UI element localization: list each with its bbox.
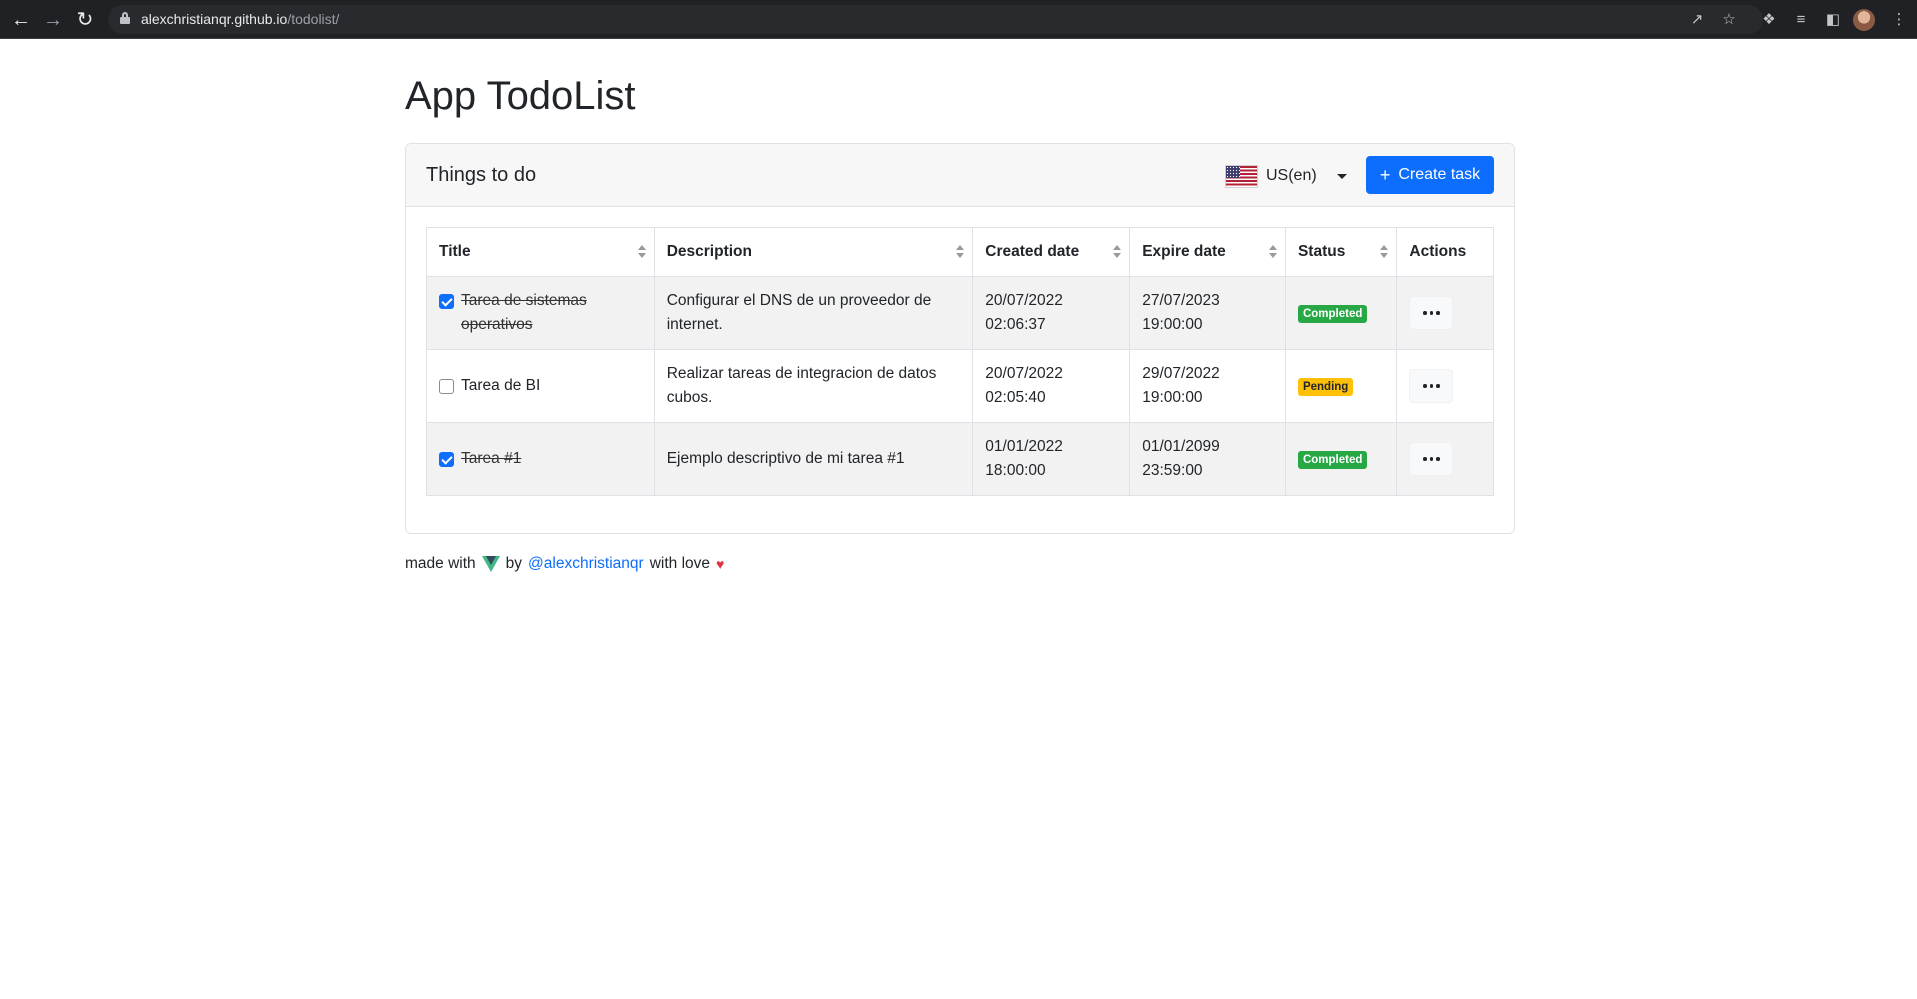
- created-date: 20/07/2022: [985, 292, 1063, 309]
- task-title-cell: Tarea de sistemas operativos: [426, 276, 655, 350]
- task-title: Tarea de sistemas operativos: [461, 292, 587, 333]
- url-text[interactable]: alexchristianqr.github.io/todolist/: [141, 11, 339, 27]
- side-panel-icon[interactable]: ◧: [1822, 9, 1844, 31]
- task-actions-cell: [1396, 349, 1494, 423]
- task-status-cell: Completed: [1284, 422, 1398, 496]
- forward-arrow-icon[interactable]: →: [42, 9, 64, 31]
- column-header-label: Description: [666, 243, 752, 260]
- column-header-description[interactable]: Description: [653, 227, 974, 277]
- task-title: Tarea #1: [461, 450, 522, 467]
- page-title: App TodoList: [405, 74, 636, 118]
- back-arrow-icon[interactable]: ←: [10, 9, 32, 31]
- task-checkbox[interactable]: [439, 378, 454, 394]
- kebab-menu-icon[interactable]: ⋮: [1888, 9, 1910, 31]
- task-title-cell: Tarea #1: [426, 422, 655, 496]
- column-header-label: Actions: [1409, 243, 1467, 260]
- task-created-date: 20/07/2022 02:06:37: [972, 276, 1131, 350]
- caret-down-icon: [1336, 173, 1347, 179]
- url-host: alexchristianqr.github.io: [141, 11, 288, 27]
- sort-icon: [1268, 245, 1277, 259]
- table-row: Tarea #1 Ejemplo descriptivo de mi tarea…: [426, 422, 1494, 496]
- column-header-label: Created date: [985, 243, 1080, 260]
- address-bar[interactable]: [108, 5, 1763, 34]
- expire-time: 23:59:00: [1142, 462, 1203, 479]
- expire-date: 27/07/2023: [1142, 292, 1220, 309]
- created-time: 02:05:40: [985, 389, 1046, 406]
- sort-icon: [1113, 245, 1122, 259]
- task-title: Tarea de BI: [461, 377, 541, 394]
- expire-time: 19:00:00: [1142, 389, 1203, 406]
- created-time: 02:06:37: [985, 316, 1046, 333]
- author-link[interactable]: @alexchristianqr: [528, 555, 644, 573]
- task-expire-date: 01/01/2099 23:59:00: [1129, 422, 1286, 496]
- sort-icon: [956, 245, 965, 259]
- lock-icon[interactable]: [120, 12, 130, 24]
- actions-menu-button[interactable]: [1409, 369, 1454, 403]
- created-time: 18:00:00: [985, 462, 1046, 479]
- task-checkbox[interactable]: [439, 294, 454, 309]
- sort-icon: [637, 245, 646, 259]
- created-date: 01/01/2022: [985, 438, 1063, 455]
- todo-card: Things to do US(en) + Create task Title …: [405, 143, 1515, 534]
- status-badge: Completed: [1297, 451, 1368, 469]
- card-title: Things to do: [426, 164, 537, 186]
- task-created-date: 20/07/2022 02:05:40: [972, 349, 1131, 423]
- footer-by: by: [505, 555, 523, 572]
- expire-time: 19:00:00: [1142, 316, 1203, 333]
- column-header-label: Title: [439, 243, 471, 260]
- task-description: Configurar el DNS de un proveedor de int…: [653, 276, 974, 350]
- create-task-label: Create task: [1398, 166, 1481, 183]
- star-icon[interactable]: ☆: [1718, 9, 1740, 31]
- created-date: 20/07/2022: [985, 365, 1063, 382]
- task-status-cell: Pending: [1284, 349, 1398, 423]
- share-icon[interactable]: ↗: [1686, 9, 1708, 31]
- us-flag-icon: [1225, 164, 1258, 188]
- extensions-icon[interactable]: ❖: [1758, 9, 1780, 31]
- heart-icon: ♥: [716, 556, 725, 572]
- language-dropdown[interactable]: US(en): [1225, 162, 1347, 190]
- url-path: /todolist/: [287, 11, 340, 27]
- reading-list-icon[interactable]: ≡: [1790, 9, 1812, 31]
- footer-with-love: with love: [649, 555, 711, 572]
- language-label: US(en): [1266, 167, 1317, 184]
- footer: made with by @alexchristianqr with love …: [405, 555, 724, 573]
- browser-toolbar: ← → ↻ alexchristianqr.github.io/todolist…: [0, 0, 1917, 39]
- avatar[interactable]: [1853, 9, 1875, 31]
- task-title-cell: Tarea de BI: [426, 349, 655, 423]
- task-description: Ejemplo descriptivo de mi tarea #1: [653, 422, 974, 496]
- column-header-label: Status: [1297, 243, 1346, 260]
- task-created-date: 01/01/2022 18:00:00: [972, 422, 1131, 496]
- column-header-status[interactable]: Status: [1284, 227, 1398, 277]
- task-description: Realizar tareas de integracion de datos …: [653, 349, 974, 423]
- vue-icon: [481, 556, 500, 572]
- table-row: Tarea de sistemas operativos Configurar …: [426, 276, 1494, 350]
- reload-icon[interactable]: ↻: [74, 9, 96, 31]
- status-badge: Pending: [1297, 378, 1354, 396]
- column-header-actions: Actions: [1396, 227, 1494, 277]
- actions-menu-button[interactable]: [1409, 296, 1454, 330]
- table-row: Tarea de BI Realizar tareas de integraci…: [426, 349, 1494, 423]
- column-header-label: Expire date: [1142, 243, 1226, 260]
- status-badge: Completed: [1297, 305, 1368, 323]
- task-status-cell: Completed: [1284, 276, 1398, 350]
- task-checkbox[interactable]: [439, 451, 454, 467]
- task-actions-cell: [1396, 422, 1494, 496]
- footer-made-with: made with: [405, 555, 476, 572]
- expire-date: 01/01/2099: [1142, 438, 1220, 455]
- tasks-table: Title Description Created date Expire da…: [426, 227, 1494, 496]
- table-header-row: Title Description Created date Expire da…: [426, 227, 1494, 277]
- plus-icon: +: [1379, 165, 1391, 185]
- card-header: Things to do US(en) + Create task: [406, 144, 1514, 207]
- actions-menu-button[interactable]: [1409, 442, 1454, 476]
- column-header-created-date[interactable]: Created date: [972, 227, 1131, 277]
- task-expire-date: 27/07/2023 19:00:00: [1129, 276, 1286, 350]
- task-expire-date: 29/07/2022 19:00:00: [1129, 349, 1286, 423]
- task-actions-cell: [1396, 276, 1494, 350]
- sort-icon: [1380, 245, 1389, 259]
- expire-date: 29/07/2022: [1142, 365, 1220, 382]
- column-header-expire-date[interactable]: Expire date: [1129, 227, 1286, 277]
- create-task-button[interactable]: + Create task: [1366, 156, 1494, 194]
- column-header-title[interactable]: Title: [426, 227, 655, 277]
